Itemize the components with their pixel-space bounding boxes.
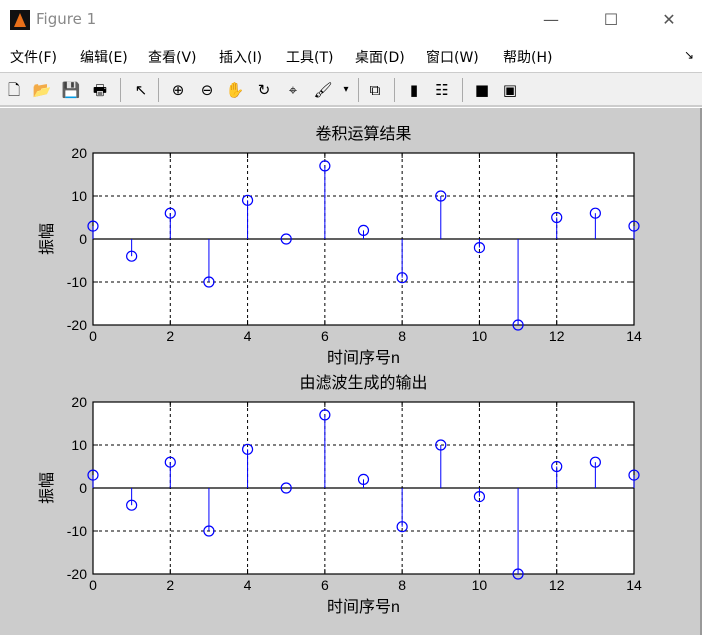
data-cursor-icon[interactable]: ⌖	[283, 80, 303, 100]
minimize-button[interactable]: —	[536, 8, 566, 32]
maximize-button[interactable]: ☐	[596, 8, 626, 32]
toolbar-separator	[394, 78, 395, 102]
close-button[interactable]: ✕	[654, 8, 684, 32]
menu-bar: 文件(F) 编辑(E) 查看(V) 插入(I) 工具(T) 桌面(D) 窗口(W) 帮助(H)…	[0, 42, 702, 70]
x-tick-label: 2	[166, 328, 174, 344]
y-axis-label: 振幅	[38, 223, 56, 255]
x-tick-label: 10	[472, 577, 488, 593]
x-tick-label: 4	[244, 577, 252, 593]
x-tick-label: 6	[321, 577, 329, 593]
save-icon[interactable]: 💾	[61, 80, 81, 100]
y-tick-label: 20	[71, 394, 87, 410]
x-axis-label: 时间序号n	[327, 349, 400, 367]
chart-title: 由滤波生成的输出	[299, 374, 427, 392]
y-tick-label: 0	[79, 480, 87, 496]
menu-7[interactable]: 帮助(H)	[503, 47, 552, 67]
toolbar-separator	[158, 78, 159, 102]
x-tick-label: 4	[244, 328, 252, 344]
colorbar-icon[interactable]: ▮	[404, 80, 424, 100]
y-tick-label: 10	[71, 437, 87, 453]
x-tick-label: 12	[549, 328, 565, 344]
x-tick-label: 6	[321, 328, 329, 344]
print-icon[interactable]: 🖶	[90, 80, 110, 100]
plots: 0 2 4 6 8 10 12 14 -20 -10 0 10 20 卷积运算结果时间序号n 振幅 0 2 4 6 8…	[38, 124, 642, 616]
figure-area: 0 2 4 6 8 10 12 14 -20 -10 0 10 20 卷积运算结果 时间序号n 振幅 0 2 4 6 8…	[0, 108, 702, 635]
toolbar-separator	[120, 78, 121, 102]
show-plot-tools-icon[interactable]: ▣	[500, 80, 520, 100]
x-tick-label: 14	[626, 328, 642, 344]
title-bar: Figure 1 — ☐ ✕	[0, 0, 702, 40]
menu-0[interactable]: 文件(F)	[10, 47, 57, 67]
hide-plot-tools-icon[interactable]: ■	[472, 80, 492, 100]
brush-icon[interactable]: 🖌	[313, 80, 333, 100]
pan-icon[interactable]: ✋	[225, 80, 245, 100]
x-tick-label: 14	[626, 577, 642, 593]
x-tick-label: 0	[89, 577, 97, 593]
menu-1[interactable]: 编辑(E)	[80, 47, 128, 67]
x-tick-label: 2	[166, 577, 174, 593]
x-tick-label: 10	[472, 328, 488, 344]
open-icon[interactable]: 📂	[32, 80, 52, 100]
menu-4[interactable]: 工具(T)	[286, 47, 333, 67]
y-tick-label: 0	[79, 231, 87, 247]
new-figure-icon[interactable]: 🗋	[4, 80, 24, 100]
menu-5[interactable]: 桌面(D)	[355, 47, 405, 67]
toolbar-separator	[462, 78, 463, 102]
toolbar-separator	[358, 78, 359, 102]
x-tick-label: 8	[398, 328, 406, 344]
y-tick-label: -10	[67, 523, 87, 539]
legend-icon[interactable]: ☷	[432, 80, 452, 100]
y-tick-label: -20	[67, 317, 87, 333]
axes-1: 0 2 4 6 8 10 12 14 -20 -10 0 10 20 由滤波生成的输出时间序号n 振幅	[38, 374, 642, 616]
pointer-icon[interactable]: ↖	[131, 80, 151, 100]
rotate-icon[interactable]: ↻	[254, 80, 274, 100]
zoom-out-icon[interactable]: ⊖	[197, 80, 217, 100]
toolbar: 🗋 📂 💾 🖶 ↖ ⊕ ⊖ ✋ ↻ ⌖ 🖌 ▾ ⧉ ▮ ☷ ■ ▣	[0, 72, 702, 107]
chart-title: 卷积运算结果	[315, 124, 411, 143]
x-axis-label: 时间序号n	[327, 598, 400, 616]
x-tick-label: 0	[89, 328, 97, 344]
y-tick-label: 10	[71, 188, 87, 204]
zoom-in-icon[interactable]: ⊕	[168, 80, 188, 100]
matlab-icon	[10, 10, 30, 30]
y-tick-label: 20	[71, 145, 87, 161]
menu-6[interactable]: 窗口(W)	[426, 47, 479, 67]
y-tick-label: -20	[67, 566, 87, 582]
x-tick-label: 12	[549, 577, 565, 593]
window-title: Figure 1	[36, 10, 97, 28]
menu-3[interactable]: 插入(I)	[219, 47, 262, 67]
y-axis-label: 振幅	[38, 472, 56, 504]
menu-arrow-icon[interactable]: ↘	[684, 48, 694, 62]
x-tick-label: 8	[398, 577, 406, 593]
menu-2[interactable]: 查看(V)	[148, 47, 197, 67]
y-tick-label: -10	[67, 274, 87, 290]
brush-dropdown-icon[interactable]: ▾	[341, 80, 351, 100]
link-plot-icon[interactable]: ⧉	[365, 80, 385, 100]
axes-0: 0 2 4 6 8 10 12 14 -20 -10 0 10 20 卷积运算结果时间序号n 振幅	[38, 124, 642, 367]
